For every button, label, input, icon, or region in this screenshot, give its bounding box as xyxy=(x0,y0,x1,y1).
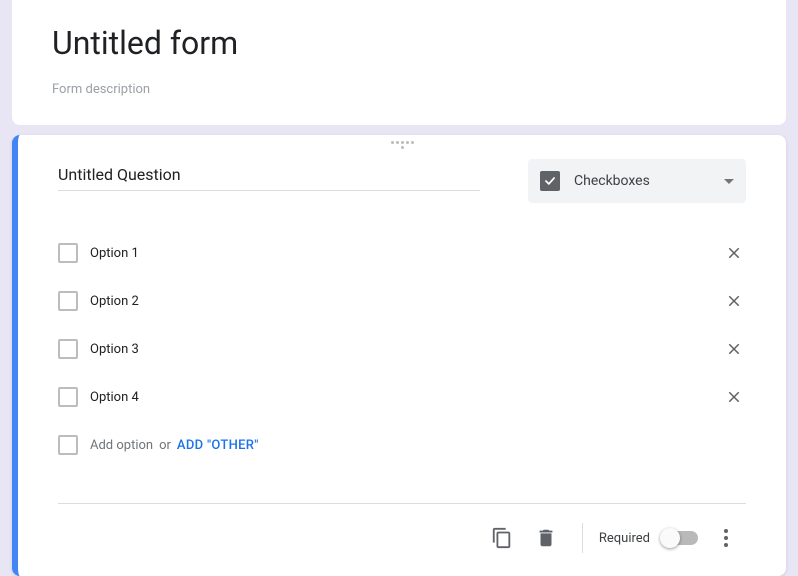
add-other-button[interactable]: ADD "OTHER" xyxy=(177,438,259,453)
close-icon xyxy=(725,340,743,358)
form-header: Untitled form Form description xyxy=(12,0,786,125)
or-text: or xyxy=(159,438,171,453)
question-type-label: Checkboxes xyxy=(574,173,724,189)
options-list: Option 1 Option 2 Option 3 xyxy=(58,229,746,469)
required-label: Required xyxy=(599,531,650,546)
checkboxes-icon xyxy=(540,171,560,191)
option-label-input[interactable]: Option 1 xyxy=(90,246,722,261)
add-option-row: Add option or ADD "OTHER" xyxy=(58,421,746,469)
add-option-button[interactable]: Add option xyxy=(90,438,153,453)
option-row: Option 4 xyxy=(58,373,746,421)
close-icon xyxy=(725,388,743,406)
option-label-input[interactable]: Option 3 xyxy=(90,342,722,357)
copy-icon xyxy=(491,527,513,549)
checkbox-icon xyxy=(58,339,78,359)
remove-option-button[interactable] xyxy=(722,337,746,361)
option-label-input[interactable]: Option 2 xyxy=(90,294,722,309)
checkbox-icon xyxy=(58,291,78,311)
question-card: Untitled Question Checkboxes Option 1 xyxy=(12,135,786,576)
option-row: Option 2 xyxy=(58,277,746,325)
trash-icon xyxy=(535,527,557,549)
toggle-knob xyxy=(660,528,680,548)
delete-button[interactable] xyxy=(526,518,566,558)
question-body: Untitled Question Checkboxes Option 1 xyxy=(18,153,786,469)
option-label-input[interactable]: Option 4 xyxy=(90,390,722,405)
more-vertical-icon xyxy=(724,529,728,547)
close-icon xyxy=(725,244,743,262)
question-footer: Required xyxy=(58,503,746,576)
checkbox-icon xyxy=(58,435,78,455)
checkbox-icon xyxy=(58,387,78,407)
question-title-input[interactable]: Untitled Question xyxy=(58,159,480,191)
divider xyxy=(582,523,583,553)
checkbox-icon xyxy=(58,243,78,263)
option-row: Option 3 xyxy=(58,325,746,373)
form-description[interactable]: Form description xyxy=(52,82,746,97)
form-title[interactable]: Untitled form xyxy=(52,24,746,62)
close-icon xyxy=(725,292,743,310)
remove-option-button[interactable] xyxy=(722,241,746,265)
remove-option-button[interactable] xyxy=(722,385,746,409)
chevron-down-icon xyxy=(724,179,734,184)
required-toggle[interactable] xyxy=(662,531,698,545)
drag-handle-icon xyxy=(390,141,414,149)
remove-option-button[interactable] xyxy=(722,289,746,313)
option-row: Option 1 xyxy=(58,229,746,277)
duplicate-button[interactable] xyxy=(482,518,522,558)
drag-handle[interactable] xyxy=(18,135,786,153)
more-options-button[interactable] xyxy=(706,518,746,558)
question-type-selector[interactable]: Checkboxes xyxy=(528,159,746,203)
